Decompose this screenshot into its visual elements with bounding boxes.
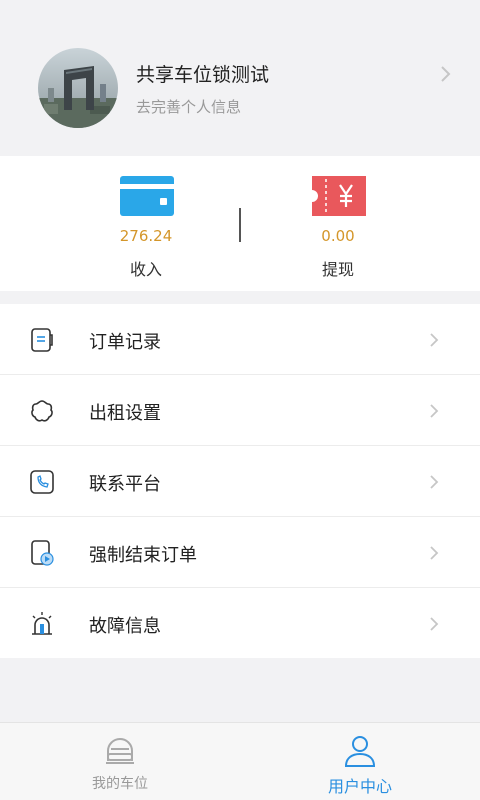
menu-label: 订单记录 [89,332,161,353]
menu-label: 出租设置 [89,403,161,424]
tab-label: 用户中心 [327,777,392,796]
tab-label: 我的车位 [92,776,148,792]
chevron-right-icon [430,404,439,418]
wallet-divider [239,208,241,242]
play-document-icon [31,540,54,566]
chevron-right-icon [441,66,451,82]
user-icon [344,736,376,767]
tab-my-parking[interactable]: 我的车位 [0,723,240,800]
menu-item-contact-platform[interactable]: 联系平台 [0,446,480,517]
menu-list: 订单记录 出租设置 联系平台 强制结束订单 故障信息 [0,304,480,658]
menu-item-force-end-order[interactable]: 强制结束订单 [0,517,480,588]
avatar [38,48,118,128]
chevron-right-icon [430,475,439,489]
flower-settings-icon [31,400,53,422]
withdraw-block[interactable]: 0.00 提现 [218,156,458,291]
menu-label: 强制结束订单 [89,545,197,566]
withdraw-value: 0.00 [321,227,355,245]
profile-subtitle: 去完善个人信息 [136,98,242,116]
alarm-light-icon [32,612,52,635]
car-icon [106,738,134,764]
tab-user-center[interactable]: 用户中心 [240,723,480,800]
profile-name: 共享车位锁测试 [136,64,270,86]
bottom-tab-bar: 我的车位 用户中心 [0,722,480,800]
menu-label: 联系平台 [89,474,161,495]
menu-item-rental-settings[interactable]: 出租设置 [0,375,480,446]
yen-ticket-icon [312,176,366,216]
order-record-icon [31,328,53,352]
card-icon [120,176,174,216]
chevron-right-icon [430,617,439,631]
menu-item-fault-info[interactable]: 故障信息 [0,588,480,658]
chevron-right-icon [430,333,439,347]
phone-icon [30,470,54,494]
chevron-right-icon [430,546,439,560]
menu-label: 故障信息 [89,616,161,637]
withdraw-label: 提现 [321,260,354,279]
menu-item-order-record[interactable]: 订单记录 [0,304,480,375]
profile-header[interactable]: 共享车位锁测试 去完善个人信息 [0,0,480,156]
